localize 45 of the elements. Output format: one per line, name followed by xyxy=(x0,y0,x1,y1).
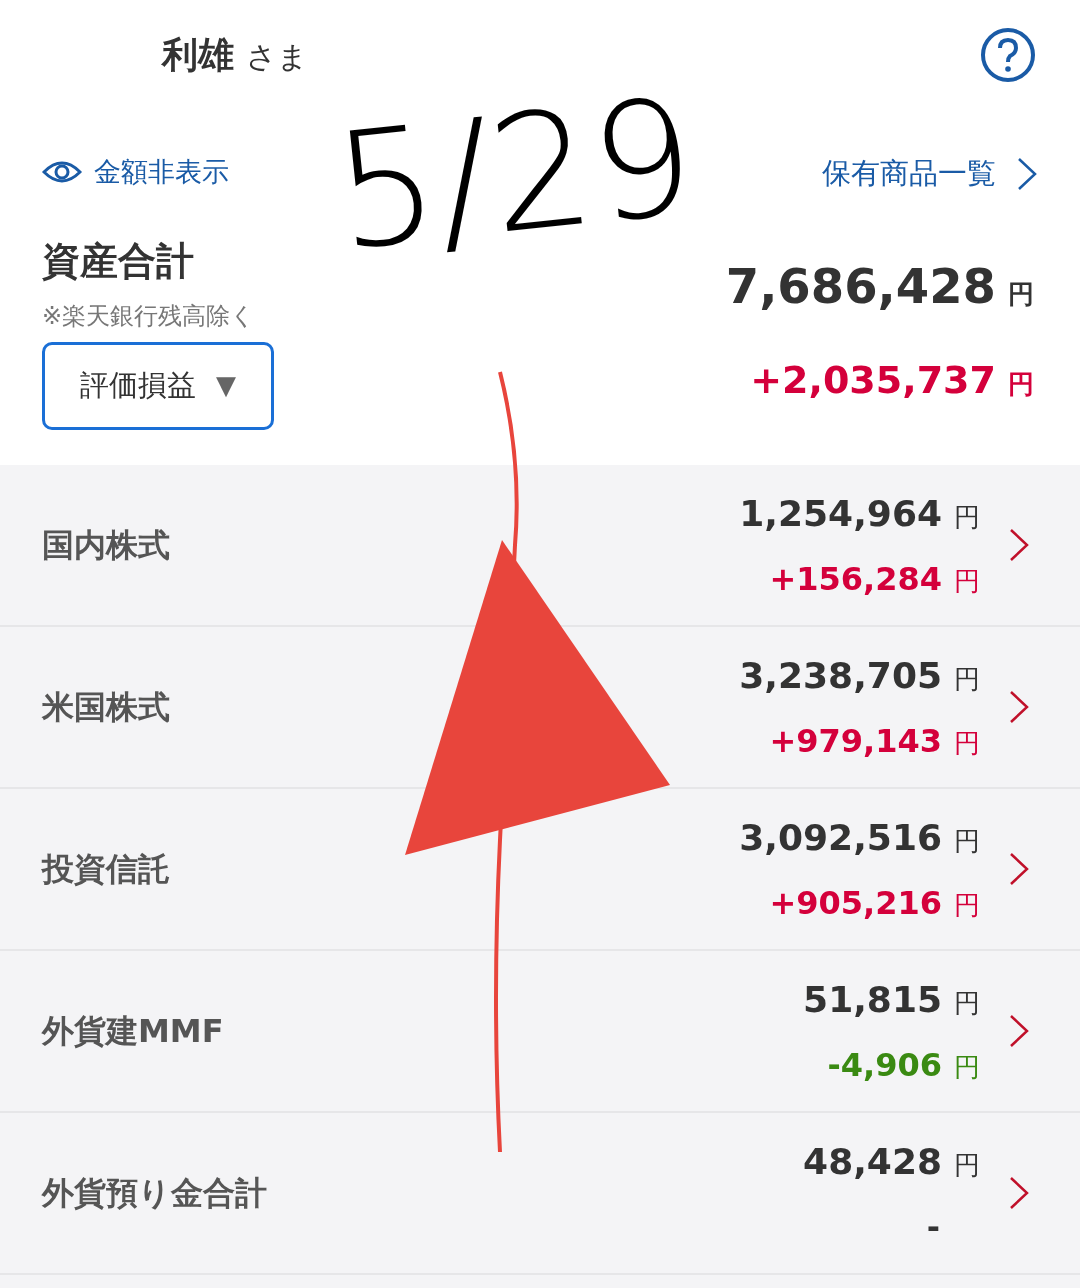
chevron-right-icon xyxy=(1016,155,1038,192)
asset-label: 外貨預り金合計 xyxy=(42,1173,267,1214)
yen-unit: 円 xyxy=(954,663,980,696)
asset-label: 国内株式 xyxy=(42,525,170,566)
note-text: ※楽天銀行残高除く xyxy=(42,300,257,332)
yen-unit: 円 xyxy=(1008,277,1034,311)
total-assets-title: 資産合計 xyxy=(42,237,195,285)
user-name: 利雄 xyxy=(162,33,234,77)
yen-unit: 円 xyxy=(954,889,980,922)
total-change: +2,035,737 xyxy=(750,356,996,404)
honorific: さま xyxy=(246,38,308,76)
asset-value: 1,254,964 xyxy=(739,492,942,536)
asset-change: - xyxy=(926,1207,941,1248)
yen-unit: 円 xyxy=(954,1051,980,1084)
asset-change: +156,284 xyxy=(769,559,942,600)
yen-unit: 円 xyxy=(954,565,980,598)
asset-value: 3,092,516 xyxy=(739,816,942,860)
asset-label: 米国株式 xyxy=(42,687,170,728)
holdings-list-link[interactable]: 保有商品一覧 xyxy=(822,152,1038,196)
total-amount: 7,686,428 xyxy=(725,256,996,316)
yen-unit: 円 xyxy=(954,825,980,858)
chevron-right-icon xyxy=(1008,689,1030,725)
handwritten-date: 5/29 xyxy=(327,76,702,274)
asset-change: +979,143 xyxy=(769,721,942,762)
yen-unit: 円 xyxy=(954,1149,980,1182)
asset-value: 48,428 xyxy=(803,1140,942,1184)
chevron-right-icon xyxy=(1008,851,1030,887)
chevron-right-icon xyxy=(1008,1013,1030,1049)
chevron-right-icon xyxy=(1008,1175,1030,1211)
chevron-right-icon xyxy=(1008,527,1030,563)
asset-change: -4,906 xyxy=(827,1045,942,1086)
asset-row[interactable]: 外貨預り金合計 48,428 円 - xyxy=(0,1113,1080,1275)
asset-label: 外貨建MMF xyxy=(42,1011,224,1052)
hide-amounts-button[interactable]: 金額非表示 xyxy=(42,152,274,193)
asset-row[interactable]: 外貨建MMF 51,815 円 -4,906 円 xyxy=(0,951,1080,1113)
asset-value: 51,815 xyxy=(803,978,942,1022)
asset-label: 投資信託 xyxy=(42,849,170,890)
asset-change: +905,216 xyxy=(769,883,942,924)
help-icon[interactable] xyxy=(980,27,1036,83)
asset-value: 3,238,705 xyxy=(739,654,942,698)
yen-unit: 円 xyxy=(954,727,980,760)
profit-loss-dropdown[interactable]: 評価損益 ▼ xyxy=(42,341,274,430)
yen-unit: 円 xyxy=(1008,367,1034,401)
yen-unit: 円 xyxy=(954,987,980,1020)
yen-unit: 円 xyxy=(954,501,980,534)
